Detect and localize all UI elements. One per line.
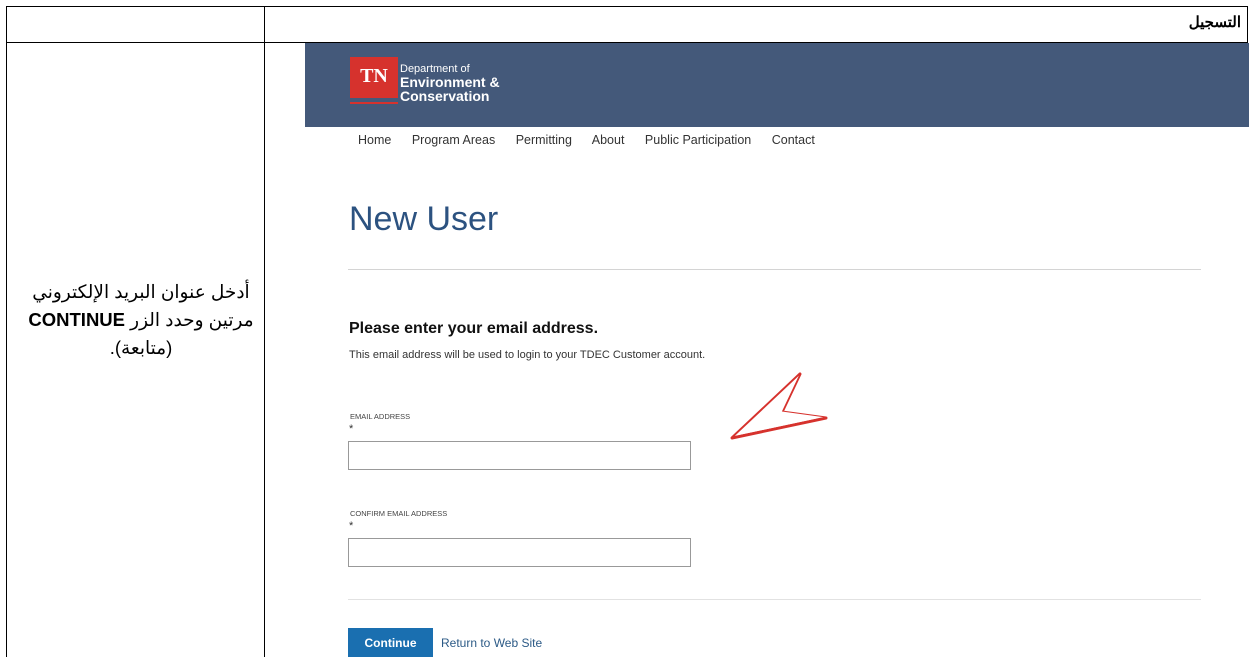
- tn-logo[interactable]: TN: [350, 57, 398, 98]
- form-divider: [348, 599, 1201, 600]
- nav-item-home[interactable]: Home: [358, 133, 391, 147]
- department-name: Department of Environment & Conservation: [400, 63, 500, 103]
- dept-line-2: Environment &: [400, 74, 500, 90]
- email-field[interactable]: [348, 441, 691, 470]
- table-border-left: [6, 6, 7, 657]
- email-required-marker: *: [349, 423, 354, 435]
- instruction-after: (متابعة).: [109, 337, 173, 358]
- embedded-screenshot: TN Department of Environment & Conservat…: [305, 43, 1249, 657]
- site-banner: TN Department of Environment & Conservat…: [305, 43, 1249, 127]
- page-title: New User: [349, 200, 499, 238]
- red-arrow-pointer-icon: [730, 372, 828, 440]
- instruction-text: أدخل عنوان البريد الإلكتروني مرتين وحدد …: [20, 278, 262, 362]
- nav-item-public-participation[interactable]: Public Participation: [645, 133, 751, 147]
- table-border-top: [6, 6, 1248, 7]
- confirm-email-label: CONFIRM EMAIL ADDRESS: [350, 509, 448, 518]
- confirm-email-field[interactable]: [348, 538, 691, 567]
- title-divider: [348, 269, 1201, 270]
- section-header: التسجيل: [1188, 14, 1241, 31]
- confirm-email-required-marker: *: [349, 520, 354, 532]
- email-label: EMAIL ADDRESS: [350, 412, 411, 421]
- logo-underline: [350, 102, 398, 104]
- nav-item-program-areas[interactable]: Program Areas: [412, 133, 495, 147]
- continue-button[interactable]: Continue: [348, 628, 433, 657]
- main-nav: Home Program Areas Permitting About Publ…: [358, 133, 832, 147]
- form-heading: Please enter your email address.: [349, 320, 599, 337]
- table-border-middle: [264, 6, 265, 657]
- nav-item-permitting[interactable]: Permitting: [516, 133, 572, 147]
- return-to-website-link[interactable]: Return to Web Site: [441, 636, 542, 650]
- nav-item-contact[interactable]: Contact: [772, 133, 815, 147]
- instruction-bold: CONTINUE: [28, 309, 126, 330]
- dept-line-3: Conservation: [400, 88, 490, 104]
- form-subtext: This email address will be used to login…: [349, 349, 706, 361]
- nav-item-about[interactable]: About: [592, 133, 625, 147]
